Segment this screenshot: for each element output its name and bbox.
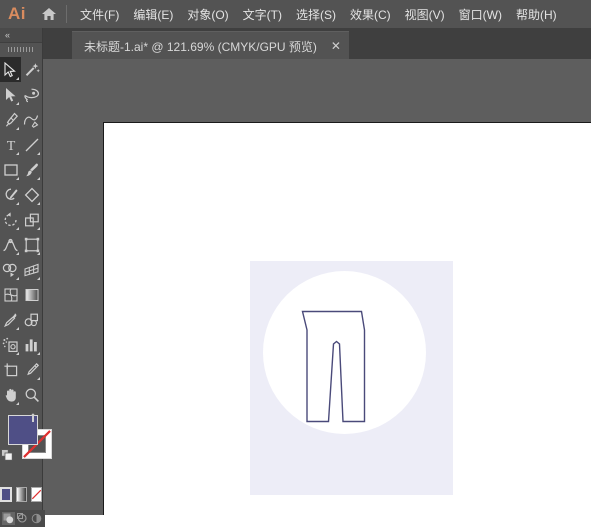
draw-normal-button[interactable] [2,512,15,525]
free-transform-tool[interactable] [21,232,42,257]
gradient-mode-button[interactable] [15,487,27,502]
trousers-path[interactable] [250,261,453,495]
menu-select[interactable]: 选择(S) [289,3,343,26]
mesh-tool[interactable] [0,282,21,307]
curvature-tool[interactable] [21,107,42,132]
shaper-tool[interactable] [0,182,21,207]
tool-list: T [0,55,42,407]
menu-item-list: 文件(F) 编辑(E) 对象(O) 文字(T) 选择(S) 效果(C) 视图(V… [73,3,564,26]
symbol-sprayer-tool[interactable] [0,332,21,357]
type-tool[interactable]: T [0,132,21,157]
document-tab[interactable]: 未标题-1.ai* @ 121.69% (CMYK/GPU 预览) ✕ [72,31,349,60]
paintbrush-tool[interactable] [21,157,42,182]
color-mode-buttons [0,487,43,502]
shape-builder-tool[interactable] [0,257,21,282]
menu-edit[interactable]: 编辑(E) [126,3,180,26]
svg-text:T: T [6,139,15,153]
none-mode-button[interactable] [30,487,43,502]
lasso-tool[interactable] [21,82,42,107]
scale-tool[interactable] [21,207,42,232]
rotate-tool[interactable] [0,207,21,232]
draw-behind-button[interactable] [16,512,29,525]
ai-logo-icon: Ai [8,4,26,23]
gradient-tool[interactable] [21,282,42,307]
pen-tool[interactable] [0,107,21,132]
trousers-icon-artwork[interactable] [250,261,453,495]
eraser-tool[interactable] [21,182,42,207]
tool-panel: « T [0,28,52,527]
blend-tool[interactable] [21,307,42,332]
line-segment-tool[interactable] [21,132,42,157]
selection-tool[interactable] [0,57,21,82]
menu-window[interactable]: 窗口(W) [452,3,509,26]
width-tool[interactable] [0,232,21,257]
none-slash-icon [31,489,42,500]
artboard-tool[interactable] [0,357,21,382]
menu-object[interactable]: 对象(O) [180,3,235,26]
direct-selection-tool[interactable] [0,82,21,107]
perspective-grid-tool[interactable] [21,257,42,282]
column-graph-tool[interactable] [21,332,42,357]
rectangle-tool[interactable] [0,157,21,182]
tool-panel-header: « [0,28,42,43]
draw-inside-button[interactable] [30,512,43,525]
document-tab-label: 未标题-1.ai* @ 121.69% (CMYK/GPU 预览) [84,39,317,54]
menu-file[interactable]: 文件(F) [73,3,126,26]
illustrator-window: Ai 文件(F) 编辑(E) 对象(O) 文字(T) 选择(S) 效果(C) 视… [0,0,591,527]
canvas-area[interactable]: 软件自学网 WWW.RJZXW.COM [42,59,591,515]
menu-type[interactable]: 文字(T) [236,3,289,26]
fill-stroke-swatches [0,411,52,473]
collapse-panel-icon[interactable]: « [5,30,10,40]
color-mode-button[interactable] [0,487,12,502]
swap-fill-stroke-icon[interactable] [29,412,41,424]
document-tab-bar: 未标题-1.ai* @ 121.69% (CMYK/GPU 预览) ✕ [0,28,591,60]
eyedropper-tool[interactable] [0,307,21,332]
draw-mode-buttons [0,510,45,527]
hand-tool[interactable] [0,382,21,407]
slice-tool[interactable] [21,357,42,382]
zoom-tool[interactable] [21,382,42,407]
menu-help[interactable]: 帮助(H) [509,3,564,26]
menu-effect[interactable]: 效果(C) [343,3,398,26]
menu-bar: Ai 文件(F) 编辑(E) 对象(O) 文字(T) 选择(S) 效果(C) 视… [0,0,591,28]
magic-wand-tool[interactable] [21,57,42,82]
menu-divider [66,5,67,23]
artboard[interactable]: 软件自学网 WWW.RJZXW.COM [103,122,591,515]
default-fill-stroke-icon[interactable] [1,449,13,461]
close-icon[interactable]: ✕ [329,39,343,53]
tool-panel-grip[interactable] [0,43,42,55]
menu-view[interactable]: 视图(V) [398,3,452,26]
home-icon[interactable] [34,0,64,28]
